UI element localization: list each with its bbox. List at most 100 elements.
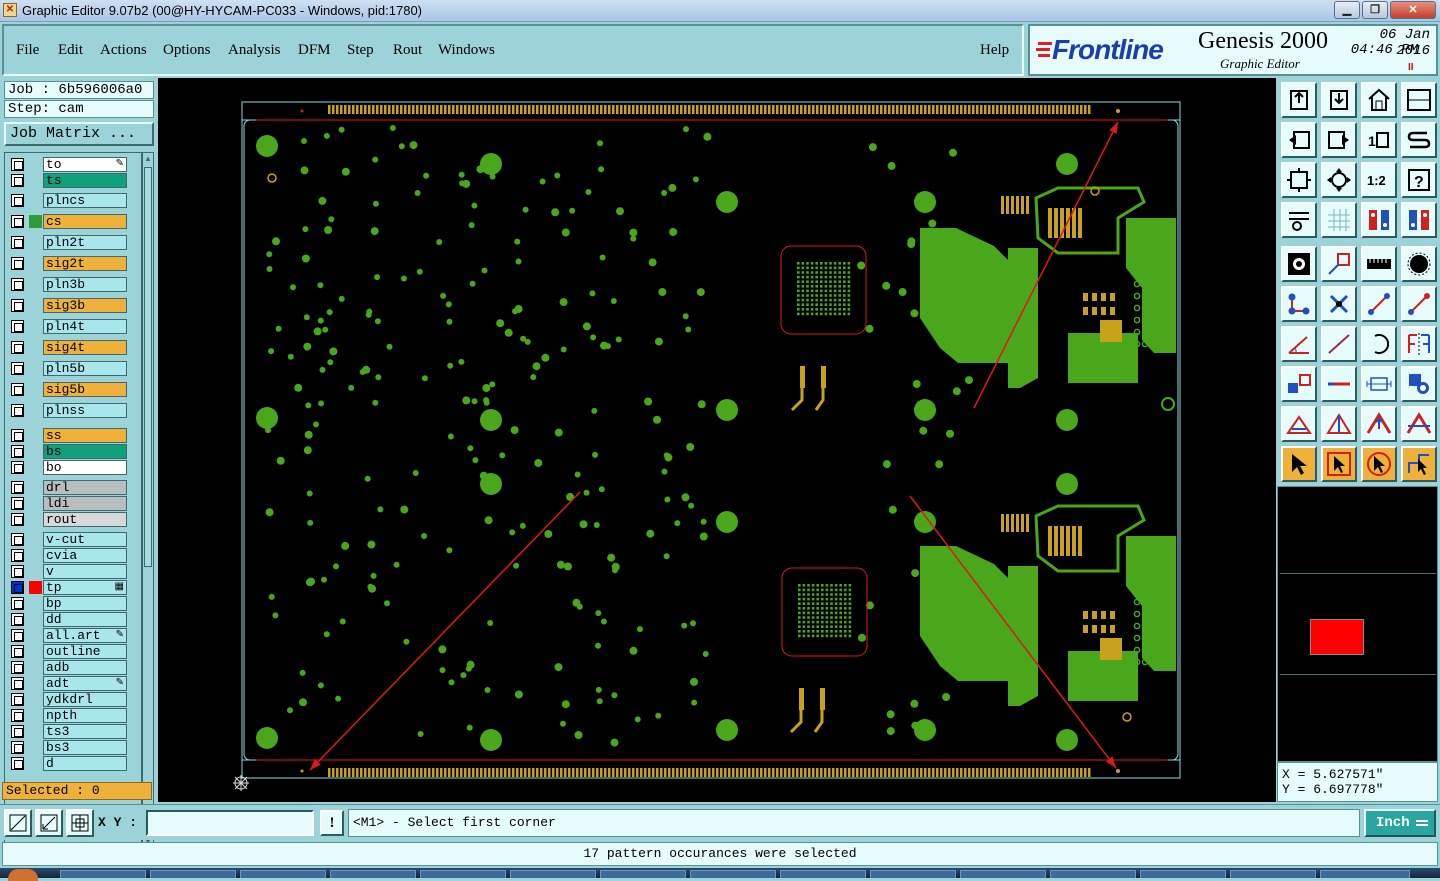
taskbar-item[interactable]: [1050, 870, 1136, 878]
layer-checkbox[interactable]: [11, 362, 24, 375]
layer-checkbox[interactable]: [11, 533, 24, 546]
taskbar-item[interactable]: [600, 870, 686, 878]
layer-row-cs[interactable]: cs: [8, 214, 128, 229]
job-matrix-button[interactable]: Job Matrix ...: [4, 122, 154, 146]
layer-scrollbar[interactable]: ▲ ▼: [142, 152, 154, 850]
layer-checkbox[interactable]: [11, 693, 24, 706]
layer-row-pln4t[interactable]: pln4t: [8, 319, 128, 334]
layer-row-outline[interactable]: outline: [8, 644, 128, 659]
taskbar-item[interactable]: [330, 870, 416, 878]
layers-display-alt-tool-button[interactable]: [1401, 202, 1437, 238]
layer-name[interactable]: bo: [43, 460, 127, 475]
zoom-fit-tool-button[interactable]: [1281, 162, 1317, 198]
line-segment-tool-button[interactable]: [1361, 286, 1397, 322]
layer-row-to[interactable]: to ✎: [8, 157, 128, 172]
taskbar-item[interactable]: [240, 870, 326, 878]
units-selector[interactable]: Inch: [1364, 809, 1436, 837]
layer-row-bo[interactable]: bo: [8, 460, 128, 475]
triangle-alt-tool-button[interactable]: [1321, 406, 1357, 442]
layer-checkbox[interactable]: [11, 299, 24, 312]
layer-name[interactable]: plncs: [43, 193, 127, 208]
taskbar-item[interactable]: [1320, 870, 1410, 878]
triangle-split-tool-button[interactable]: [1401, 406, 1437, 442]
layer-name[interactable]: pln2t: [43, 235, 127, 250]
layer-checkbox[interactable]: [11, 661, 24, 674]
layer-name[interactable]: bs: [43, 444, 127, 459]
layer-row-sig2t[interactable]: sig2t: [8, 256, 128, 271]
maximize-button[interactable]: ❐: [1362, 1, 1388, 19]
layer-checkbox[interactable]: [11, 174, 24, 187]
layer-checkbox[interactable]: [11, 629, 24, 642]
layer-row-sig4t[interactable]: sig4t: [8, 340, 128, 355]
zoom-1to2-tool-button[interactable]: 1:2: [1361, 162, 1397, 198]
menu-step[interactable]: Step: [347, 42, 374, 59]
layer-row-plnss[interactable]: plnss: [8, 403, 128, 418]
layer-checkbox[interactable]: [11, 194, 24, 207]
pointer-select-tool-button[interactable]: [1321, 446, 1357, 482]
delete-node-tool-button[interactable]: [1321, 286, 1357, 322]
triangle-measure-tool-button[interactable]: [1281, 406, 1317, 442]
minimize-button[interactable]: ▁: [1334, 1, 1360, 19]
layer-name[interactable]: d: [43, 756, 127, 771]
layer-checkbox[interactable]: [11, 725, 24, 738]
layer-checkbox[interactable]: [11, 645, 24, 658]
layer-name[interactable]: bs3: [43, 740, 127, 755]
layer-checkbox[interactable]: [11, 709, 24, 722]
layer-checkbox[interactable]: [11, 613, 24, 626]
layer-color-swatch[interactable]: [29, 581, 42, 594]
layer-row-pln5b[interactable]: pln5b: [8, 361, 128, 376]
layer-row-tp[interactable]: tp ▦: [8, 580, 128, 595]
triangle-up-tool-button[interactable]: [1361, 406, 1397, 442]
layer-name[interactable]: sig5b: [43, 382, 127, 397]
layer-row-drl[interactable]: drl: [8, 480, 128, 495]
pan-left-tool-button[interactable]: [1281, 122, 1317, 158]
layer-row-bs3[interactable]: bs3: [8, 740, 128, 755]
layer-checkbox[interactable]: [11, 445, 24, 458]
dimension-tool-button[interactable]: [1361, 366, 1397, 402]
window-split-tool-button[interactable]: [1401, 82, 1437, 118]
layer-name[interactable]: cs: [43, 214, 127, 229]
taskbar-item[interactable]: [780, 870, 866, 878]
layer-name[interactable]: outline: [43, 644, 127, 659]
layer-checkbox[interactable]: [11, 581, 24, 594]
layer-name[interactable]: pln4t: [43, 319, 127, 334]
zoom-10-tool-button[interactable]: 1: [1361, 122, 1397, 158]
layer-name[interactable]: sig2t: [43, 256, 127, 271]
warning-button[interactable]: !: [320, 810, 344, 836]
layer-row-ss[interactable]: ss: [8, 428, 128, 443]
layer-row-ts3[interactable]: ts3: [8, 724, 128, 739]
layer-name[interactable]: pln3b: [43, 277, 127, 292]
layer-row-cvia[interactable]: cvia: [8, 548, 128, 563]
angle-line-tool-button[interactable]: [1281, 326, 1317, 362]
layer-name[interactable]: plnss: [43, 403, 127, 418]
layer-checkbox[interactable]: [11, 741, 24, 754]
layer-color-swatch[interactable]: [29, 215, 42, 228]
pause-icon[interactable]: II: [1408, 62, 1414, 73]
layer-checkbox[interactable]: [11, 320, 24, 333]
taskbar-item[interactable]: [960, 870, 1046, 878]
menu-file[interactable]: File: [16, 42, 39, 59]
layer-row-ldi[interactable]: ldi: [8, 496, 128, 511]
layer-name[interactable]: cvia: [43, 548, 127, 563]
close-button[interactable]: ✕: [1390, 1, 1436, 19]
home-tool-button[interactable]: [1361, 82, 1397, 118]
layer-checkbox[interactable]: [11, 481, 24, 494]
layer-checkbox[interactable]: [11, 215, 24, 228]
layer-checkbox[interactable]: [11, 757, 24, 770]
scroll-up-icon[interactable]: ▲: [143, 154, 153, 166]
layer-row-v[interactable]: v: [8, 564, 128, 579]
layer-name[interactable]: to ✎: [43, 157, 127, 172]
layer-checkbox[interactable]: [11, 341, 24, 354]
layer-name[interactable]: rout: [43, 512, 127, 527]
layer-row-sig3b[interactable]: sig3b: [8, 298, 128, 313]
graphic-canvas[interactable]: [158, 78, 1276, 802]
layer-up-tool-button[interactable]: [1281, 82, 1317, 118]
menu-edit[interactable]: Edit: [58, 42, 83, 59]
layer-name[interactable]: bp: [43, 596, 127, 611]
layer-checkbox[interactable]: [11, 257, 24, 270]
taskbar-item[interactable]: [510, 870, 596, 878]
scroll-thumb[interactable]: [144, 167, 152, 567]
layer-checkbox[interactable]: [11, 513, 24, 526]
layer-checkbox[interactable]: [11, 236, 24, 249]
line-rect-tool-button[interactable]: [1321, 246, 1357, 282]
